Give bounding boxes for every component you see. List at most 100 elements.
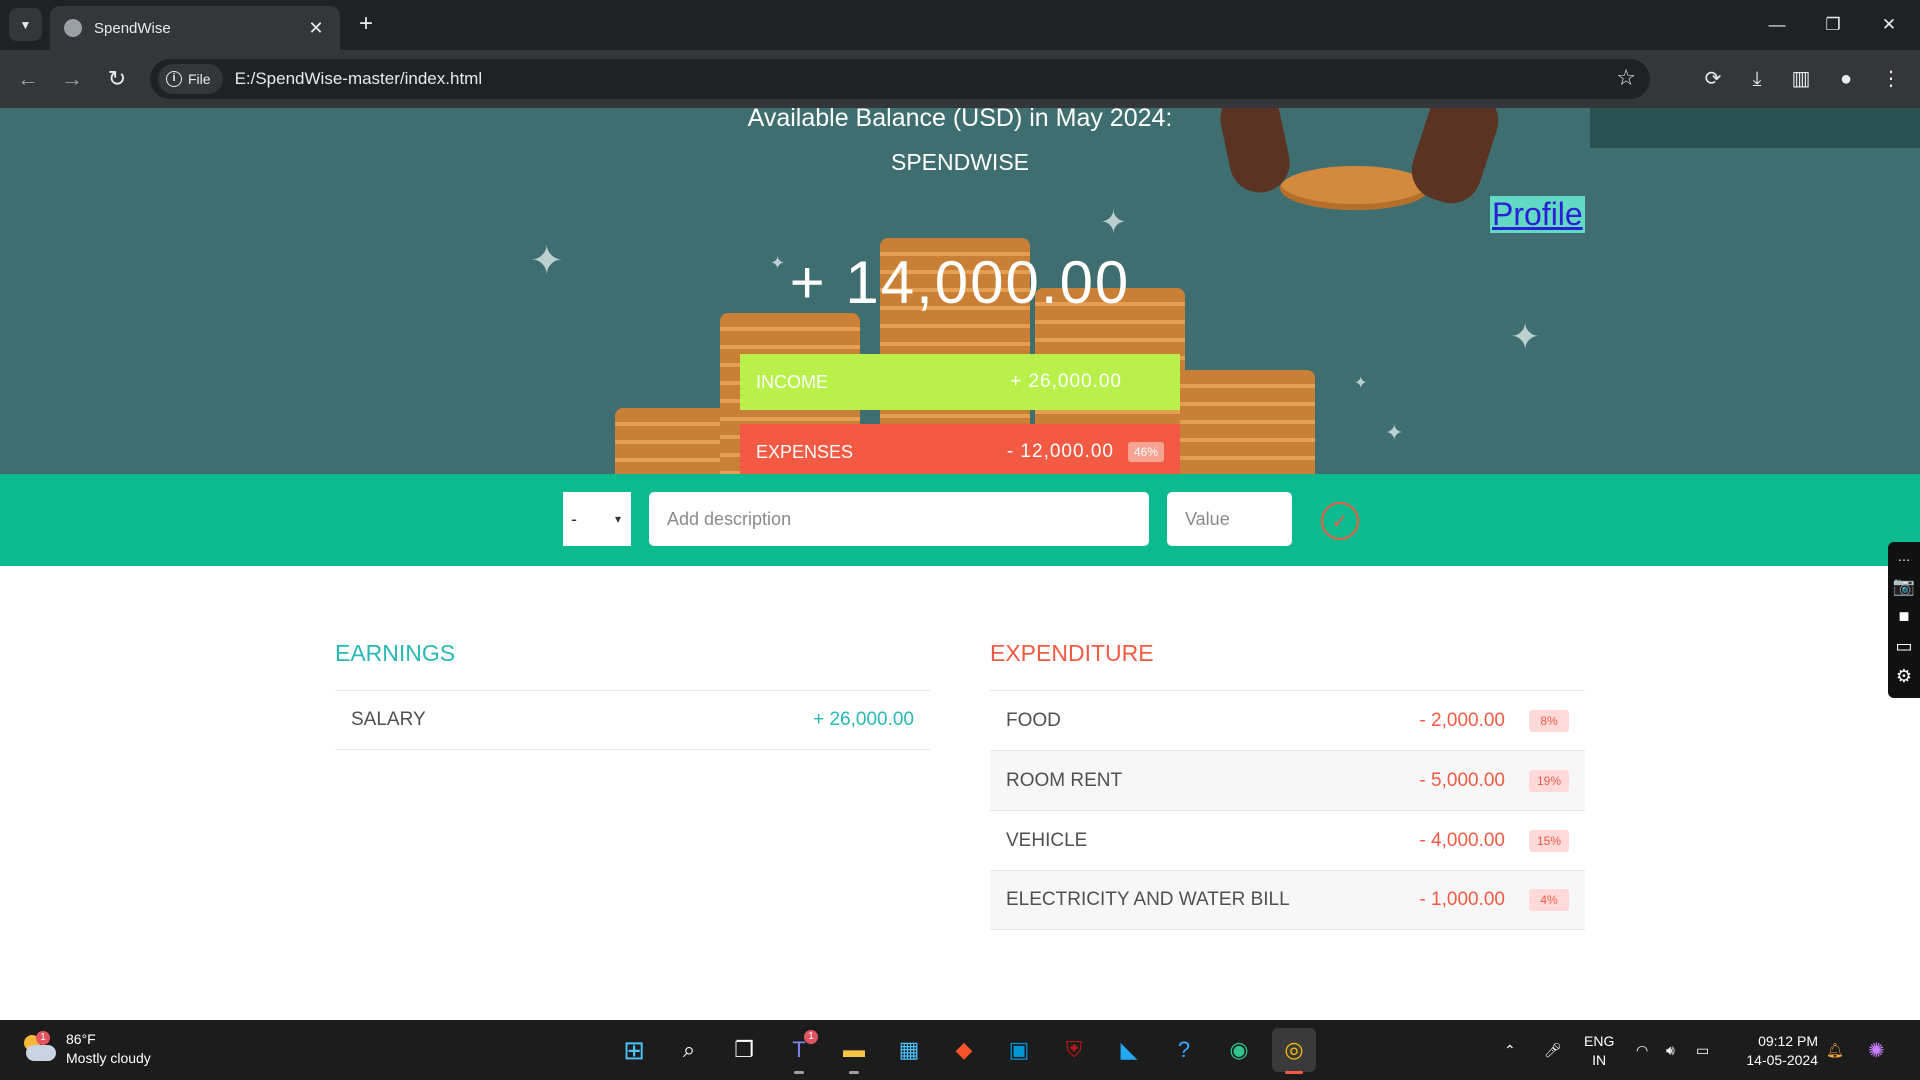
expenditure-heading: EXPENDITURE <box>990 640 1154 666</box>
wifi-icon[interactable]: ◠ <box>1636 1020 1648 1080</box>
weather-widget[interactable]: 1 86°F Mostly cloudy <box>22 1030 151 1068</box>
income-label: INCOME <box>756 371 828 392</box>
list-item[interactable]: FOOD - 2,000.00 8% <box>990 690 1585 750</box>
edge-icon: ◉ <box>1229 1037 1249 1062</box>
site-info-chip[interactable]: i File <box>158 64 223 94</box>
taskbar-apps: ⊞ ⌕ ❐ T 1 ▬ ▦ ◆ ▣ ⛨ ◣ ? ◉ ◎ <box>612 1028 1316 1074</box>
teams-badge: 1 <box>804 1030 818 1044</box>
add-entry-bar: - ▾ ✓ <box>0 474 1920 566</box>
income-summary: INCOME + 26,000.00 <box>740 354 1180 410</box>
teams-app[interactable]: T 1 <box>777 1028 821 1074</box>
help-question-icon: ? <box>1177 1037 1191 1062</box>
mcafee-app[interactable]: ⛨ <box>1052 1028 1096 1072</box>
vscode-app[interactable]: ◣ <box>1107 1028 1151 1072</box>
side-panel-icon[interactable]: ▥ <box>1786 64 1816 94</box>
item-description: FOOD <box>1006 709 1061 731</box>
url-text[interactable]: E:/SpendWise-master/index.html <box>235 69 483 89</box>
add-entry-button[interactable]: ✓ <box>1321 502 1359 540</box>
item-percent-badge: 8% <box>1529 709 1569 732</box>
list-item[interactable]: SALARY + 26,000.00 <box>335 690 930 750</box>
window-capture-icon[interactable]: ▭ <box>1895 636 1912 657</box>
store-icon: ▦ <box>898 1037 920 1062</box>
income-value: + 26,000.00 <box>1010 371 1122 392</box>
edge-app[interactable]: ◉ <box>1217 1028 1261 1072</box>
forward-arrow-icon[interactable]: → <box>56 63 88 95</box>
list-item[interactable]: VEHICLE - 4,000.00 15% <box>990 810 1585 870</box>
battery-icon[interactable]: ▭ <box>1696 1020 1709 1080</box>
coin-stack-decor <box>1180 370 1315 474</box>
tray-overflow-icon[interactable]: ⌃ <box>1504 1020 1516 1080</box>
minimize-icon[interactable]: — <box>1762 10 1792 40</box>
mcafee-shield-icon: ⛨ <box>1065 1037 1083 1062</box>
item-amount: + 26,000.00 <box>813 709 914 730</box>
capture-tool-panel: ⋯ 📷 ■ ▭ ⚙ <box>1888 542 1920 698</box>
checkmark-icon: ✓ <box>1331 510 1349 533</box>
browser-toolbar: ← → ↻ i File E:/SpendWise-master/index.h… <box>0 50 1920 108</box>
item-amount: - 1,000.00 <box>1419 889 1505 910</box>
chrome-app[interactable]: ◎ <box>1272 1028 1316 1074</box>
expenses-label: EXPENSES <box>756 441 854 462</box>
volume-icon[interactable]: 🔊︎ <box>1666 1020 1675 1080</box>
windows-logo-icon: ⊞ <box>623 1034 645 1065</box>
bookmark-star-icon[interactable]: ☆ <box>1616 65 1636 91</box>
restore-icon[interactable]: ❐ <box>1818 10 1848 40</box>
chevron-down-icon: ▼ <box>19 17 32 32</box>
item-percent-badge: 4% <box>1529 889 1569 911</box>
expenses-summary: EXPENSES - 12,000.00 46% <box>740 424 1180 480</box>
profile-avatar-icon[interactable]: ● <box>1831 64 1861 94</box>
browser-tab[interactable]: SpendWise ✕ <box>50 6 340 50</box>
item-description: ELECTRICITY AND WATER BILL <box>1006 889 1290 910</box>
copilot-icon[interactable]: ✺ <box>1868 1020 1885 1080</box>
value-input[interactable] <box>1167 492 1292 546</box>
tab-search-button[interactable]: ▼ <box>9 8 42 41</box>
more-menu-icon[interactable]: ⋮ <box>1876 64 1906 94</box>
profile-link[interactable]: Profile <box>1490 196 1585 233</box>
search-button[interactable]: ⌕ <box>667 1028 711 1072</box>
list-item[interactable]: ROOM RENT - 5,000.00 19% <box>990 750 1585 810</box>
expenses-value: - 12,000.00 <box>1006 441 1114 462</box>
description-input[interactable] <box>649 492 1149 546</box>
extension-icon[interactable]: ⟳ <box>1698 64 1728 94</box>
video-camera-icon[interactable]: ■ <box>1899 606 1910 627</box>
microphone-icon[interactable]: 🎤︎ <box>1544 1020 1562 1080</box>
cloudy-weather-icon: 1 <box>22 1031 56 1063</box>
camera-icon[interactable]: 📷 <box>1893 576 1915 597</box>
list-item[interactable]: ELECTRICITY AND WATER BILL - 1,000.00 4% <box>990 870 1585 930</box>
language-indicator[interactable]: ENG IN <box>1584 1032 1614 1070</box>
chrome-icon: ◎ <box>1284 1037 1304 1062</box>
item-amount: - 4,000.00 <box>1419 829 1505 851</box>
clock[interactable]: 09:12 PM 14-05-2024 <box>1736 1032 1818 1070</box>
start-button[interactable]: ⊞ <box>612 1028 656 1072</box>
expenditure-rows: FOOD - 2,000.00 8% ROOM RENT - 5,000.00 … <box>990 690 1585 930</box>
back-arrow-icon[interactable]: ← <box>12 63 44 95</box>
type-select[interactable]: - ▾ <box>563 492 631 546</box>
browser-tab-bar: ▼ SpendWise ✕ + — ❐ ✕ <box>0 0 1920 50</box>
expenditure-list: EXPENDITURE FOOD - 2,000.00 8% ROOM RENT… <box>990 640 1585 930</box>
reload-icon[interactable]: ↻ <box>101 63 133 95</box>
notification-bell-icon[interactable]: 🔔︎ <box>1826 1020 1844 1080</box>
earnings-list: EARNINGS SALARY + 26,000.00 <box>335 640 930 750</box>
new-tab-button[interactable]: + <box>352 10 380 38</box>
gear-icon[interactable]: ⚙ <box>1896 666 1912 687</box>
vscode-icon: ◣ <box>1120 1037 1138 1062</box>
clock-time: 09:12 PM <box>1758 1033 1818 1049</box>
myhp-app[interactable]: ▣ <box>997 1028 1041 1072</box>
file-explorer-app[interactable]: ▬ <box>832 1028 876 1074</box>
tab-title: SpendWise <box>94 19 171 37</box>
earnings-heading: EARNINGS <box>335 640 456 666</box>
balance-title: Available Balance (USD) in May 2024: <box>747 104 1173 132</box>
address-bar[interactable]: i File E:/SpendWise-master/index.html ☆ <box>150 59 1650 99</box>
sparkle-icon: ✦ <box>1385 420 1404 445</box>
close-tab-icon[interactable]: ✕ <box>306 18 326 39</box>
item-percent-badge: 15% <box>1529 829 1569 852</box>
myhp-icon: ▣ <box>1008 1037 1030 1062</box>
download-icon[interactable]: ⤓ <box>1742 64 1772 94</box>
store-app[interactable]: ▦ <box>887 1028 931 1072</box>
search-icon: ⌕ <box>682 1037 696 1062</box>
close-window-icon[interactable]: ✕ <box>1874 10 1904 40</box>
more-options-icon[interactable]: ⋯ <box>1898 553 1910 567</box>
weather-description: Mostly cloudy <box>66 1050 151 1066</box>
task-view-button[interactable]: ❐ <box>722 1028 766 1072</box>
brave-app[interactable]: ◆ <box>942 1028 986 1072</box>
help-app[interactable]: ? <box>1162 1028 1206 1072</box>
